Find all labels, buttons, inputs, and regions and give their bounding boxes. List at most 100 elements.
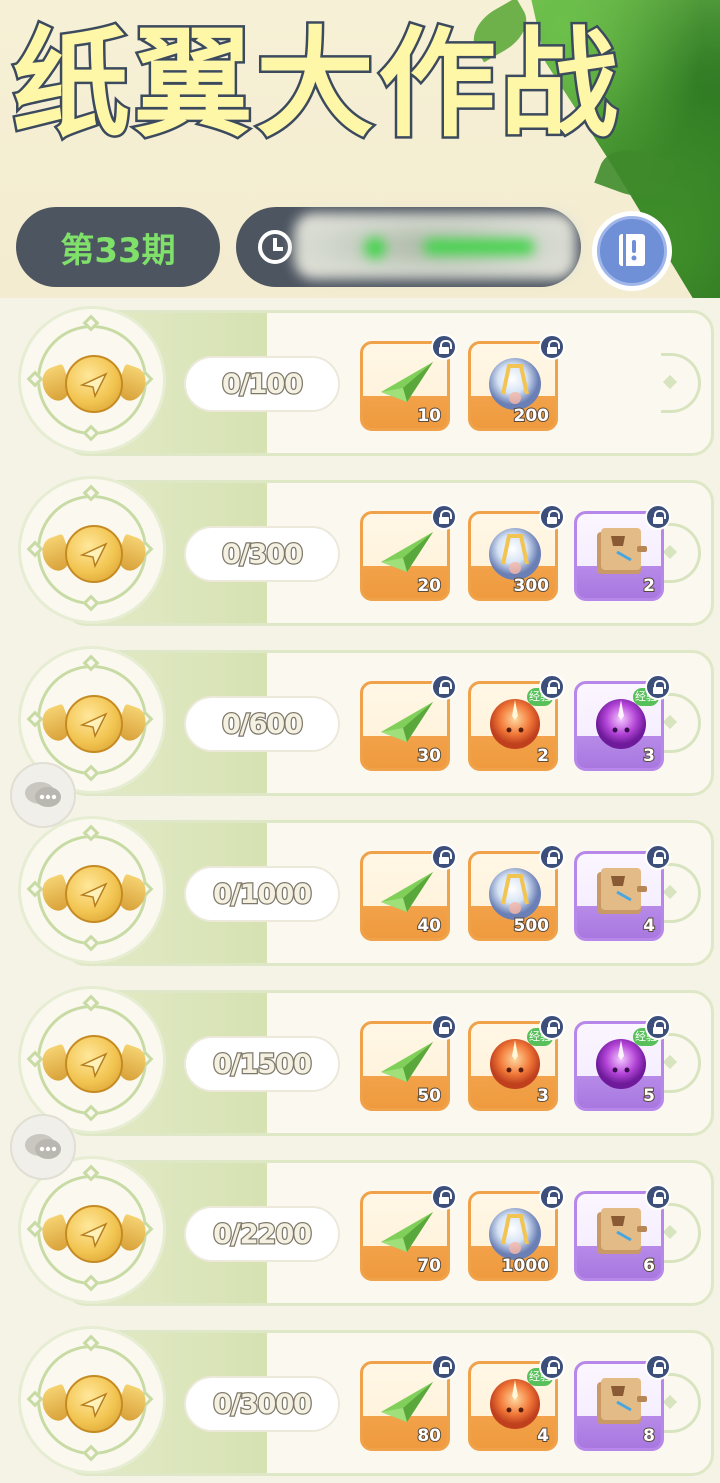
winged-coin-medal-icon: [65, 695, 123, 753]
milestone-medal: [18, 1326, 166, 1474]
reward-item[interactable]: 1000: [468, 1184, 565, 1281]
reward-count: 4: [642, 915, 656, 937]
reward-count: 3: [642, 745, 656, 767]
tier-progress: 0/600: [184, 696, 340, 752]
reward-item[interactable]: 经验 4: [468, 1354, 565, 1451]
lock-icon: [539, 1014, 565, 1040]
reward-count: 5: [642, 1085, 656, 1107]
clock-icon: [258, 230, 292, 264]
reward-item[interactable]: 经验 5: [574, 1014, 671, 1111]
reward-count: 3: [536, 1085, 550, 1107]
lock-icon: [539, 1354, 565, 1380]
tier-progress: 0/300: [184, 526, 340, 582]
lock-icon: [431, 1354, 457, 1380]
reward-item[interactable]: 200: [468, 334, 565, 431]
milestone-medal: [18, 306, 166, 454]
reward-item[interactable]: 6: [574, 1184, 671, 1281]
lock-icon: [539, 1184, 565, 1210]
tier-progress-text: 0/100: [221, 367, 305, 401]
tier-progress: 0/2200: [184, 1206, 340, 1262]
countdown-redacted: [294, 213, 576, 279]
reward-count: 4: [536, 1425, 550, 1447]
reward-count: 2: [642, 575, 656, 597]
reward-item[interactable]: 经验 3: [574, 674, 671, 771]
book-icon: [619, 234, 645, 266]
lock-icon: [539, 844, 565, 870]
reward-count: 10: [416, 405, 442, 427]
reward-item[interactable]: 8: [574, 1354, 671, 1451]
lock-icon: [645, 1014, 671, 1040]
reward-item[interactable]: 500: [468, 844, 565, 941]
reward-count: 80: [416, 1425, 442, 1447]
chat-button[interactable]: [10, 762, 76, 828]
tier-progress-text: 0/600: [221, 707, 305, 741]
lock-icon: [645, 1184, 671, 1210]
reward-tier-row: 0/3000 80 经验 4 8: [8, 1318, 714, 1476]
winged-coin-medal-icon: [65, 1205, 123, 1263]
reward-tier-row: 0/100 10 200: [8, 298, 714, 456]
winged-coin-medal-icon: [65, 525, 123, 583]
reward-count: 300: [513, 575, 550, 597]
lock-icon: [431, 334, 457, 360]
tier-progress: 0/100: [184, 356, 340, 412]
lock-icon: [645, 674, 671, 700]
lock-icon: [431, 1014, 457, 1040]
reward-count: 50: [416, 1085, 442, 1107]
lock-icon: [431, 844, 457, 870]
reward-count: 500: [513, 915, 550, 937]
milestone-medal: [18, 986, 166, 1134]
tier-progress-text: 0/2200: [212, 1217, 313, 1251]
reward-count: 8: [642, 1425, 656, 1447]
reward-count: 40: [416, 915, 442, 937]
lock-icon: [645, 844, 671, 870]
reward-item[interactable]: 50: [360, 1014, 457, 1111]
chat-bubble-icon: [25, 782, 61, 807]
winged-coin-medal-icon: [65, 1375, 123, 1433]
reward-count: 20: [416, 575, 442, 597]
reward-item[interactable]: 70: [360, 1184, 457, 1281]
countdown-pill: [236, 207, 581, 287]
chat-bubble-icon: [25, 1134, 61, 1159]
milestone-medal: [18, 476, 166, 624]
tier-progress: 0/1000: [184, 866, 340, 922]
milestone-medal: [18, 816, 166, 964]
chat-button[interactable]: [10, 1114, 76, 1180]
lock-icon: [431, 674, 457, 700]
reward-item[interactable]: 经验 2: [468, 674, 565, 771]
reward-count: 6: [642, 1255, 656, 1277]
winged-coin-medal-icon: [65, 865, 123, 923]
winged-coin-medal-icon: [65, 355, 123, 413]
reward-tier-row: 0/300 20 300 2: [8, 468, 714, 626]
reward-count: 2: [536, 745, 550, 767]
reward-item[interactable]: 经验 3: [468, 1014, 565, 1111]
winged-coin-medal-icon: [65, 1035, 123, 1093]
lock-icon: [539, 334, 565, 360]
lock-icon: [539, 504, 565, 530]
tier-progress-text: 0/1500: [212, 1047, 313, 1081]
reward-item[interactable]: 4: [574, 844, 671, 941]
reward-item[interactable]: 20: [360, 504, 457, 601]
reward-tier-row: 0/1000 40 500 4: [8, 808, 714, 966]
tier-progress: 0/3000: [184, 1376, 340, 1432]
tier-progress-text: 0/3000: [212, 1387, 313, 1421]
reward-item[interactable]: 300: [468, 504, 565, 601]
reward-tier-row: 0/1500 50 经验 3 经验 5: [8, 978, 714, 1136]
reward-item[interactable]: 10: [360, 334, 457, 431]
lock-icon: [431, 1184, 457, 1210]
reward-item[interactable]: 30: [360, 674, 457, 771]
rules-guide-button[interactable]: [592, 211, 672, 291]
reward-tier-row: 0/600 30 经验 2 经验 3: [8, 638, 714, 796]
lock-icon: [645, 1354, 671, 1380]
reward-item[interactable]: 2: [574, 504, 671, 601]
reward-item[interactable]: 80: [360, 1354, 457, 1451]
event-header: 纸翼大作战 第33期: [0, 0, 720, 298]
reward-item[interactable]: 40: [360, 844, 457, 941]
event-title: 纸翼大作战: [9, 13, 623, 156]
issue-label: 第33期: [60, 230, 176, 271]
reward-tier-row: 0/2200 70 1000 6: [8, 1148, 714, 1306]
reward-count: 30: [416, 745, 442, 767]
tier-progress-text: 0/1000: [212, 877, 313, 911]
tier-progress-text: 0/300: [221, 537, 305, 571]
lock-icon: [431, 504, 457, 530]
lock-icon: [645, 504, 671, 530]
